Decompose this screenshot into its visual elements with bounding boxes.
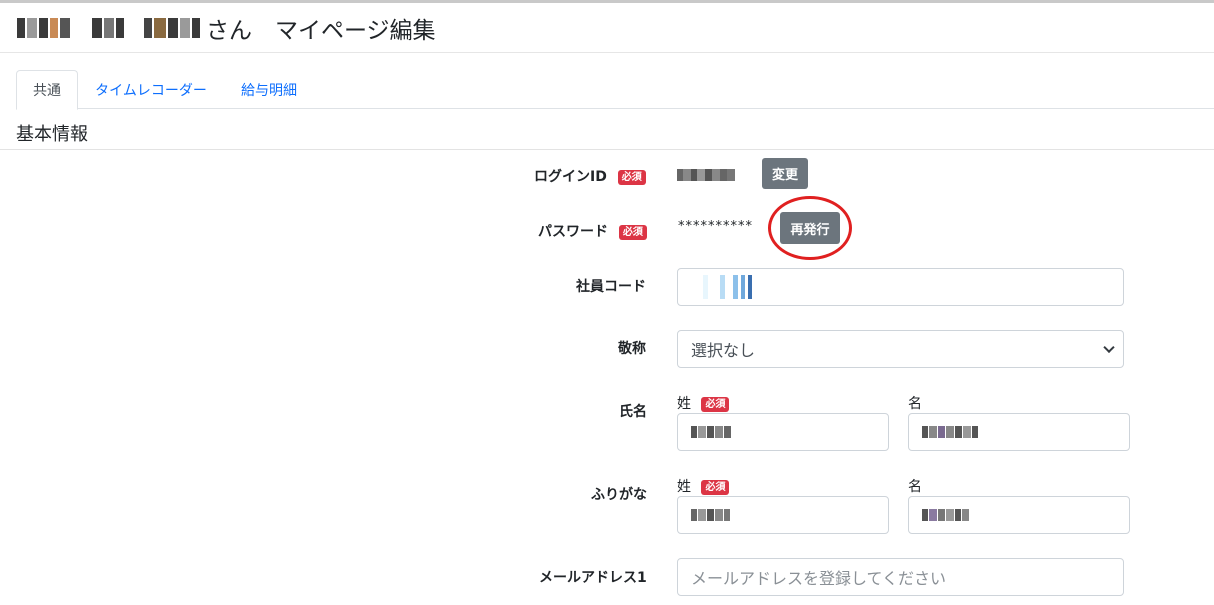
change-login-id-button[interactable]: 変更 (762, 158, 808, 189)
furigana-first-label: 名 (908, 479, 922, 495)
required-badge: 必須 (701, 396, 730, 412)
employee-code-masked-value (703, 275, 752, 299)
page-header: さん マイページ編集 (0, 3, 1214, 53)
chevron-down-icon (1103, 341, 1115, 354)
tab-bar: 共通 タイムレコーダー 給与明細 (16, 70, 1214, 110)
employee-code-label: 社員コード (576, 279, 646, 295)
page-title: さん マイページ編集 (17, 11, 436, 45)
tab-common[interactable]: 共通 (16, 70, 78, 110)
furigana-last-label: 姓 (677, 479, 691, 495)
last-name-masked-value (691, 426, 731, 438)
section-title: 基本情報 (16, 124, 88, 145)
masked-user-name (17, 18, 200, 38)
login-id-value-masked (677, 167, 735, 182)
first-name-label: 名 (908, 396, 922, 412)
tab-time-recorder[interactable]: タイムレコーダー (80, 70, 222, 109)
last-name-label-group: 姓 必須 (677, 393, 730, 413)
login-id-label-group: ログインID 必須 (534, 166, 646, 186)
furigana-last-label-group: 姓 必須 (677, 476, 730, 496)
required-badge: 必須 (701, 479, 730, 495)
furigana-last-masked-value (691, 509, 730, 521)
first-name-input[interactable] (908, 413, 1130, 451)
honorific-label: 敬称 (618, 341, 646, 357)
honorific-select[interactable]: 選択なし (677, 330, 1124, 368)
password-value: ********** (678, 219, 753, 234)
furigana-last-input[interactable] (677, 496, 889, 534)
password-label: パスワード (538, 224, 608, 240)
email1-placeholder: メールアドレスを登録してください (691, 569, 947, 588)
furigana-first-input[interactable] (908, 496, 1130, 534)
section-divider (0, 149, 1214, 150)
email1-label: メールアドレス1 (539, 570, 647, 586)
employee-code-input[interactable] (677, 268, 1124, 306)
email1-input[interactable]: メールアドレスを登録してください (677, 558, 1124, 596)
login-id-label: ログインID (534, 169, 607, 185)
tab-payslip[interactable]: 給与明細 (228, 70, 310, 109)
honorific-selected-value: 選択なし (691, 341, 756, 360)
furigana-first-masked-value (922, 509, 969, 521)
page-title-text: さん マイページ編集 (206, 18, 436, 44)
last-name-label: 姓 (677, 396, 691, 412)
required-badge: 必須 (618, 224, 647, 240)
name-label: 氏名 (619, 404, 647, 420)
first-name-masked-value (922, 426, 978, 438)
required-badge: 必須 (617, 169, 646, 185)
password-label-group: パスワード 必須 (538, 221, 647, 241)
furigana-label: ふりがな (591, 487, 647, 503)
highlight-circle (768, 196, 852, 260)
last-name-input[interactable] (677, 413, 889, 451)
